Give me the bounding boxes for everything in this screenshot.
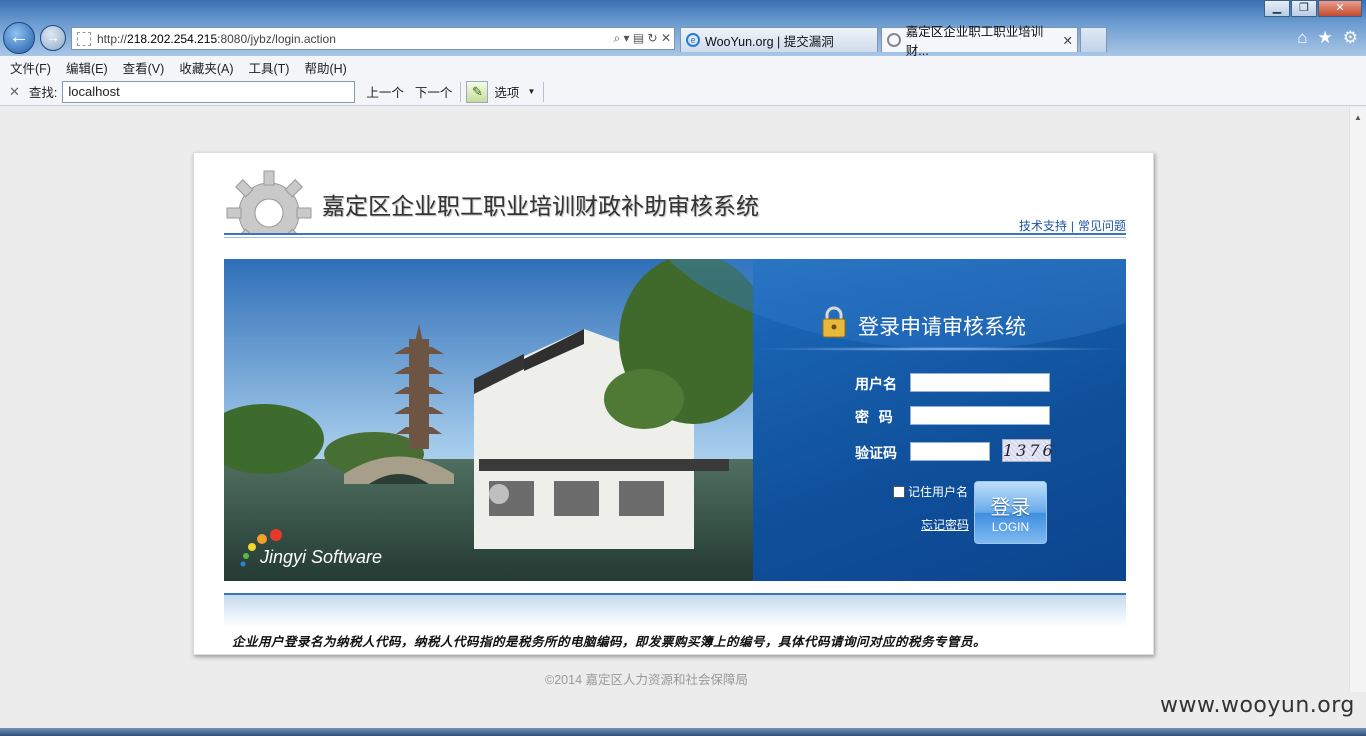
maximize-button[interactable]: ❐ [1291,0,1317,17]
url-path: :8080/jybz/login.action [217,31,336,46]
new-tab-button[interactable] [1080,27,1107,52]
brand-logo-text: Jingyi Software [260,547,383,567]
gear-icon[interactable]: ⚙ [1343,28,1358,48]
copyright-text: ©2014 嘉定区人力资源和社会保障局 [545,673,748,687]
menu-favorites[interactable]: 收藏夹(A) [179,58,233,77]
menu-edit[interactable]: 编辑(E) [66,58,108,77]
login-title: 登录申请审核系统 [858,315,1026,339]
divider [543,81,545,102]
arrow-left-icon: ← [9,26,29,48]
window-controls: ▁ ❐ ✕ [1263,0,1362,17]
username-label: 用户名 [855,377,897,393]
address-url[interactable]: http://218.202.254.215:8080/jybz/login.a… [97,32,610,46]
forward-button[interactable]: → [40,25,66,51]
header-divider [224,233,1126,238]
ie-icon: e [686,33,700,47]
page-icon [77,31,91,46]
captcha-label: 验证码 [855,446,897,462]
os-taskbar [0,728,1366,736]
captcha-input[interactable] [910,442,990,461]
header-links: 技术支持 | 常见问题 [1019,217,1126,234]
menu-bar: 文件(F) 编辑(E) 查看(V) 收藏夹(A) 工具(T) 帮助(H) [0,56,1366,78]
link-separator: | [1070,219,1074,233]
username-input[interactable] [910,373,1050,392]
password-label: 密 码 [855,410,893,426]
find-input[interactable]: localhost [62,80,356,103]
title-underline [753,347,1126,351]
login-notice: 企业用户登录名为纳税人代码，纳税人代码指的是税务所的电脑编码，即发票购买簿上的编… [232,634,987,649]
highlight-icon[interactable]: ✎ [466,80,489,103]
find-previous-button[interactable]: 上一个 [366,82,404,101]
loading-icon [887,33,901,47]
find-next-button[interactable]: 下一个 [415,82,453,101]
divider [460,81,462,102]
close-window-button[interactable]: ✕ [1318,0,1362,17]
close-tab-icon[interactable]: ✕ [1063,33,1073,48]
login-button[interactable]: 登录 LOGIN [974,481,1047,544]
login-card: 嘉定区企业职工职业培训财政补助审核系统 技术支持 | 常见问题 Jingyi S… [193,152,1154,655]
watermark: www.wooyun.org [1160,693,1355,718]
menu-help[interactable]: 帮助(H) [304,58,346,77]
lock-icon [821,306,847,338]
minimize-button[interactable]: ▁ [1264,0,1290,17]
url-host: 218.202.254.215 [127,31,218,46]
tab-label: WooYun.org | 提交漏洞 [705,34,834,49]
forgot-password-link[interactable]: 忘记密码 [921,516,969,533]
tab-wooyun[interactable]: e WooYun.org | 提交漏洞 [680,27,878,52]
login-banner: Jingyi Software 登录申请审核系统 用户名 密 码 验证码 137… [224,259,1126,581]
browser-toolbar-icons: ⌂ ★ ⚙ [1297,28,1358,48]
favorites-icon[interactable]: ★ [1318,28,1333,48]
url-scheme: http:// [97,31,128,46]
scenic-photo: Jingyi Software [224,259,769,581]
browser-titlebar: ▁ ❐ ✕ ← → http://218.202.254.215:8080/jy… [0,0,1366,58]
chevron-down-icon[interactable]: ▼ [527,87,535,96]
scroll-up-icon[interactable]: ▲ [1350,113,1366,122]
gear-logo-icon [224,165,314,235]
system-title: 嘉定区企业职工职业培训财政补助审核系统 [322,194,759,220]
remember-checkbox[interactable] [893,485,905,498]
menu-tools[interactable]: 工具(T) [248,58,289,77]
login-panel: 登录申请审核系统 用户名 密 码 验证码 1376 记住用户名 忘记密码 登录 … [633,259,1126,581]
close-find-icon[interactable]: ✕ [9,84,20,100]
tab-label: 嘉定区企业职工职业培训财... [905,25,1044,58]
address-controls[interactable]: ⌕ ▾ ▤ ↻ ✕ [610,31,674,46]
tech-support-link[interactable]: 技术支持 [1019,219,1067,233]
home-icon[interactable]: ⌂ [1297,28,1307,48]
find-label: 查找: [28,86,58,100]
faq-link[interactable]: 常见问题 [1078,219,1126,233]
password-input[interactable] [910,406,1050,425]
vertical-scrollbar[interactable]: ▲ [1349,107,1366,692]
login-button-sublabel: LOGIN [991,520,1030,534]
login-button-label: 登录 [990,495,1031,519]
remember-label: 记住用户名 [908,485,969,499]
remember-username[interactable]: 记住用户名 [893,483,968,500]
address-bar[interactable]: http://218.202.254.215:8080/jybz/login.a… [71,27,675,50]
tab-jiading-system[interactable]: 嘉定区企业职工职业培训财... ✕ [881,25,1078,58]
back-button[interactable]: ← [3,22,35,54]
find-options-button[interactable]: 选项 [494,82,519,101]
footer-band [224,593,1126,627]
menu-view[interactable]: 查看(V) [123,58,165,77]
find-bar: ✕ 查找: localhost 上一个 下一个 ✎ 选项 ▼ [0,78,1366,106]
menu-file[interactable]: 文件(F) [10,58,51,77]
captcha-image[interactable]: 1376 [1002,439,1053,462]
arrow-right-icon: → [46,29,60,45]
